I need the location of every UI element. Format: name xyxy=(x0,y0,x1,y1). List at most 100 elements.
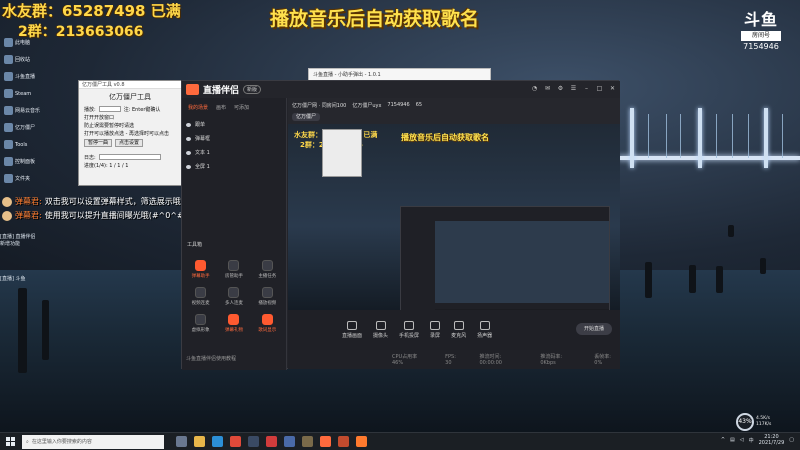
tool-titlebar[interactable]: 亿万僵尸工具 v0.8 xyxy=(79,81,181,89)
desktop-icon[interactable]: 文件夹 xyxy=(4,170,74,187)
menu-icon[interactable]: ☰ xyxy=(570,85,577,92)
app-icon xyxy=(4,157,13,166)
desktop-icon-label: Steam xyxy=(15,90,32,97)
control-label: 扬声器 xyxy=(477,333,493,339)
tool-label: 歌词显示 xyxy=(258,328,277,333)
tutorial-link[interactable]: 斗鱼直播伴侣使用教程 xyxy=(186,355,236,362)
tool-label: 视频连麦 xyxy=(191,301,210,306)
clock[interactable]: 21:20 2021/7/29 xyxy=(759,434,785,446)
taskbar-search[interactable]: ⌕ 在这里输入你要搜索的内容 xyxy=(22,434,164,449)
bridge-cable xyxy=(680,114,681,158)
desktop-icon[interactable]: 控制面板 xyxy=(4,153,74,170)
game-icon[interactable] xyxy=(302,436,313,447)
record-button[interactable]: 录屏 xyxy=(430,321,440,339)
tool-label: 主播任务 xyxy=(258,274,277,279)
layer-item[interactable]: 弹幕框 xyxy=(182,133,286,144)
bridge-cable xyxy=(748,114,749,158)
desktop-icon[interactable]: 亿万僵尸 xyxy=(4,119,74,136)
steam-icon[interactable] xyxy=(248,436,259,447)
tool-room-admin[interactable]: 房管助手 xyxy=(217,260,250,279)
stream-app-icon[interactable] xyxy=(356,436,367,447)
tool-lyrics[interactable]: 歌词显示 xyxy=(251,314,284,333)
minimize-icon[interactable]: – xyxy=(583,85,590,92)
visibility-icon[interactable] xyxy=(186,164,191,169)
tool-play-video[interactable]: 播放视频 xyxy=(251,287,284,306)
start-live-button[interactable]: 开始直播 xyxy=(575,323,612,335)
notification-icon[interactable]: ◔ xyxy=(531,85,538,92)
chrome-icon[interactable] xyxy=(230,436,241,447)
room-id-label: 7154946 xyxy=(387,102,410,108)
visibility-icon[interactable] xyxy=(186,122,191,127)
tool-anchor-task[interactable]: 主播任务 xyxy=(251,260,284,279)
tool-option[interactable]: 打开开放窗口 xyxy=(79,113,181,121)
desktop-icon[interactable]: Tools xyxy=(4,136,74,153)
notification-center-icon[interactable]: ▢ xyxy=(789,437,794,443)
tool-option[interactable]: 打开可以播放点选 - 再选择时可以点击 xyxy=(79,129,181,137)
category-chip[interactable]: 亿万僵尸 xyxy=(292,113,321,121)
app-icon xyxy=(4,106,13,115)
sea-pillar xyxy=(18,288,27,373)
music-app-icon[interactable] xyxy=(266,436,277,447)
music-icon xyxy=(261,314,273,325)
network-icon[interactable]: ▤ xyxy=(730,437,735,443)
screen-capture-button[interactable]: 直播画面 xyxy=(342,321,362,339)
speaker-button[interactable]: 扬声器 xyxy=(477,321,492,339)
app-icon xyxy=(4,72,13,81)
visibility-icon[interactable] xyxy=(186,150,191,155)
tab-canvas[interactable]: 画布 xyxy=(216,104,226,111)
tool-label: 多人连麦 xyxy=(224,301,243,306)
tool-video-link[interactable]: 视频连麦 xyxy=(184,287,217,306)
tab-my-scene[interactable]: 我的场景 xyxy=(188,104,208,111)
desktop-icon[interactable]: 此电脑 xyxy=(4,34,74,51)
log-row: 日志: xyxy=(79,153,181,161)
tray-arrow-icon[interactable]: ^ xyxy=(721,437,725,443)
tool-multi-link[interactable]: 多人连麦 xyxy=(217,287,250,306)
volume-icon[interactable]: ◁ xyxy=(740,437,744,443)
douyu-app-icon[interactable] xyxy=(320,436,331,447)
version-pill[interactable]: 新版 xyxy=(243,85,262,94)
desktop-icon[interactable]: 网易云音乐 xyxy=(4,102,74,119)
edge-icon[interactable] xyxy=(212,436,223,447)
stream-preview[interactable]: 水友群：65287498 已满 2群：213663066 播放音乐后自动获取歌名 xyxy=(288,124,620,310)
desktop-icon[interactable]: 斗鱼直播 xyxy=(4,68,74,85)
mic-button[interactable]: 麦克风 xyxy=(451,321,466,339)
layer-item[interactable]: 全屏 1 xyxy=(182,161,286,172)
tool-danmu-gift[interactable]: 弹幕礼物 xyxy=(217,314,250,333)
desktop-icon[interactable]: 回收站 xyxy=(4,51,74,68)
visibility-icon[interactable] xyxy=(186,136,191,141)
desktop-icon-label: 文件夹 xyxy=(15,176,31,182)
camera-button[interactable]: 摄像头 xyxy=(373,321,388,339)
start-button[interactable] xyxy=(0,433,20,450)
speaker-icon xyxy=(479,321,490,330)
tool-app-icon[interactable] xyxy=(338,436,349,447)
desktop-icon-label: Tools xyxy=(15,141,28,148)
app-header[interactable]: 直播伴侣 新版 ◔ ✉ ⚙ ☰ – □ ✕ xyxy=(182,81,620,98)
overlay-title: 播放音乐后自动获取歌名 xyxy=(270,8,480,30)
settings-icon[interactable]: ⚙ xyxy=(557,85,564,92)
prev-button[interactable]: 暂停一曲 xyxy=(84,139,113,147)
desktop-icon[interactable]: Steam xyxy=(4,85,74,102)
file-explorer-icon[interactable] xyxy=(194,436,205,447)
layer-item[interactable]: 跟单 xyxy=(182,119,286,130)
zombie-tool-window[interactable]: 亿万僵尸工具 v0.8 亿万僵尸工具 播放: 注: Enter键确认 打开开放窗… xyxy=(78,80,182,186)
log-field[interactable] xyxy=(98,154,161,160)
tool-danmu-assistant[interactable]: 弹幕助手 xyxy=(184,260,217,279)
tab-addable[interactable]: 可添加 xyxy=(234,104,249,111)
streaming-app-window[interactable]: 直播伴侣 新版 ◔ ✉ ⚙ ☰ – □ ✕ 我的场景 画布 可添加 跟单 弹幕框… xyxy=(181,80,620,370)
mail-icon[interactable]: ✉ xyxy=(544,85,551,92)
ime-icon[interactable]: 中 xyxy=(749,437,754,444)
task-view-icon[interactable] xyxy=(176,436,187,447)
option-label: 打开开放窗口 xyxy=(84,114,115,121)
layer-item[interactable]: 文本 1 xyxy=(182,147,286,158)
room-id: 7154946 xyxy=(743,42,779,51)
store-icon[interactable] xyxy=(284,436,295,447)
delay-input[interactable] xyxy=(98,106,121,112)
maximize-icon[interactable]: □ xyxy=(596,85,603,92)
settings-button[interactable]: 点击设置 xyxy=(115,139,144,147)
phone-cast-button[interactable]: 手机投屏 xyxy=(399,321,419,339)
network-widget[interactable]: 43% 4.5K/s 117K/s xyxy=(736,412,786,432)
tool-avatar[interactable]: 虚拟形象 xyxy=(184,314,217,333)
tool-option[interactable]: 防止误需要暂停时请选 xyxy=(79,121,181,129)
close-icon[interactable]: ✕ xyxy=(609,85,616,92)
room-title[interactable]: 亿万僵尸网 · 同房间100 xyxy=(292,102,346,109)
